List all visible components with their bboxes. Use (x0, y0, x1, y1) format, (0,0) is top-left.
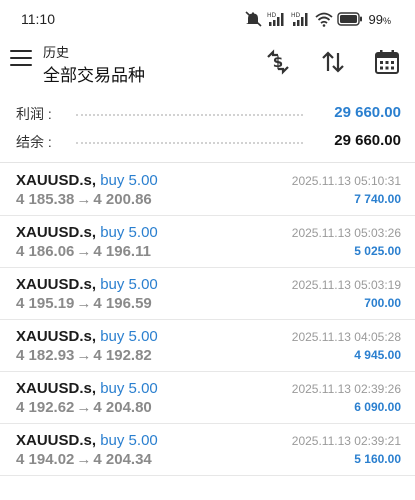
trade-profit: 7 740.00 (354, 192, 401, 206)
trade-prices: 4 182.93 → 4 192.82 (16, 347, 152, 364)
arrow-right-icon: → (76, 347, 92, 364)
dotted-leader (76, 142, 303, 144)
balance-row: 结余 : 29 660.00 (0, 128, 415, 156)
open-price: 4 192.62 (16, 399, 75, 416)
open-price: 4 195.19 (16, 295, 75, 312)
trade-side: buy 5.00 (100, 276, 158, 293)
status-bar: 11:10 HD HD 99% (0, 0, 415, 38)
trade-profit: 4 945.00 (354, 348, 401, 362)
trade-row[interactable]: XAUUSD.s, buy 5.00 4 192.62 → 4 204.80 202… (0, 372, 415, 424)
trade-profit: 700.00 (364, 296, 401, 310)
divider (0, 162, 415, 163)
balance-label: 结余 : (16, 134, 52, 150)
svg-text:$: $ (273, 53, 283, 71)
mute-icon (244, 11, 262, 27)
signal-hd-icon-2: HD (291, 12, 308, 26)
status-time: 11:10 (21, 11, 55, 27)
trade-symbol-line: XAUUSD.s, buy 5.00 (16, 276, 158, 293)
calendar-icon (375, 50, 399, 74)
arrow-right-icon: → (76, 451, 92, 468)
open-price: 4 186.06 (16, 243, 75, 260)
trade-row[interactable]: XAUUSD.s, buy 5.00 4 186.06 → 4 196.11 202… (0, 216, 415, 268)
calendar-button[interactable] (371, 46, 403, 78)
trade-time: 2025.11.13 05:03:26 (291, 226, 401, 240)
arrow-right-icon: → (76, 191, 92, 208)
arrow-right-icon: → (76, 295, 92, 312)
trade-side: buy 5.00 (100, 172, 158, 189)
trade-symbol: XAUUSD.s (16, 276, 92, 293)
header-subtitle: 历史 (43, 45, 70, 60)
dotted-leader (76, 114, 303, 116)
trade-side: buy 5.00 (100, 380, 158, 397)
status-icons: HD HD 99% (244, 10, 391, 28)
svg-text:HD: HD (291, 12, 301, 19)
trade-symbol: XAUUSD.s (16, 380, 92, 397)
trade-side: buy 5.00 (100, 328, 158, 345)
trade-symbol: XAUUSD.s (16, 224, 92, 241)
balance-value: 29 660.00 (334, 132, 401, 149)
profit-label: 利润 : (16, 106, 52, 122)
summary-section: 利润 : 29 660.00 结余 : 29 660.00 (0, 100, 415, 156)
trade-side: buy 5.00 (100, 432, 158, 449)
trade-symbol: XAUUSD.s (16, 432, 92, 449)
battery-icon (336, 12, 362, 26)
trade-prices: 4 194.02 → 4 204.34 (16, 451, 152, 468)
svg-text:HD: HD (267, 12, 277, 19)
arrow-right-icon: → (76, 399, 92, 416)
trade-symbol-line: XAUUSD.s, buy 5.00 (16, 328, 158, 345)
trade-prices: 4 185.38 → 4 200.86 (16, 191, 152, 208)
sort-button[interactable] (317, 46, 349, 78)
close-price: 4 204.80 (93, 399, 152, 416)
trade-profit: 6 090.00 (354, 400, 401, 414)
trade-symbol: XAUUSD.s (16, 328, 92, 345)
trade-row[interactable]: XAUUSD.s, buy 5.00 4 194.02 → 4 204.34 202… (0, 424, 415, 476)
trade-time: 2025.11.13 02:39:26 (291, 382, 401, 396)
trade-symbol: XAUUSD.s (16, 172, 92, 189)
dollar-swap-icon: $ (267, 49, 289, 75)
battery-percent: 99% (368, 11, 391, 27)
close-price: 4 204.34 (93, 451, 152, 468)
open-price: 4 194.02 (16, 451, 75, 468)
trade-row[interactable]: XAUUSD.s, buy 5.00 4 182.93 → 4 192.82 202… (0, 320, 415, 372)
close-price: 4 196.11 (93, 243, 151, 260)
trade-list: XAUUSD.s, buy 5.00 4 185.38 → 4 200.86 202… (0, 164, 415, 476)
trade-time: 2025.11.13 05:03:19 (291, 278, 401, 292)
profit-row: 利润 : 29 660.00 (0, 100, 415, 128)
app-header: 历史 全部交易品种 $ (0, 38, 415, 86)
trade-row[interactable]: XAUUSD.s, buy 5.00 4 185.38 → 4 200.86 202… (0, 164, 415, 216)
open-price: 4 182.93 (16, 347, 75, 364)
close-price: 4 200.86 (93, 191, 152, 208)
menu-icon[interactable] (10, 50, 32, 68)
sort-icon (322, 51, 344, 73)
close-price: 4 196.59 (93, 295, 152, 312)
trade-row[interactable]: XAUUSD.s, buy 5.00 4 195.19 → 4 196.59 202… (0, 268, 415, 320)
trade-time: 2025.11.13 05:10:31 (291, 174, 401, 188)
trade-prices: 4 186.06 → 4 196.11 (16, 243, 151, 260)
trade-symbol-line: XAUUSD.s, buy 5.00 (16, 224, 158, 241)
arrow-right-icon: → (76, 243, 92, 260)
trade-symbol-line: XAUUSD.s, buy 5.00 (16, 172, 158, 189)
page-title[interactable]: 全部交易品种 (43, 61, 145, 86)
trade-time: 2025.11.13 02:39:21 (291, 434, 401, 448)
profit-value: 29 660.00 (334, 104, 401, 121)
trade-prices: 4 192.62 → 4 204.80 (16, 399, 152, 416)
trade-symbol-line: XAUUSD.s, buy 5.00 (16, 380, 158, 397)
trade-side: buy 5.00 (100, 224, 158, 241)
trade-time: 2025.11.13 04:05:28 (291, 330, 401, 344)
dollar-swap-button[interactable]: $ (262, 46, 294, 78)
trade-profit: 5 160.00 (354, 452, 401, 466)
wifi-icon (314, 12, 333, 27)
trade-prices: 4 195.19 → 4 196.59 (16, 295, 152, 312)
trade-profit: 5 025.00 (354, 244, 401, 258)
open-price: 4 185.38 (16, 191, 75, 208)
signal-hd-icon: HD (267, 12, 284, 26)
close-price: 4 192.82 (93, 347, 152, 364)
trade-symbol-line: XAUUSD.s, buy 5.00 (16, 432, 158, 449)
